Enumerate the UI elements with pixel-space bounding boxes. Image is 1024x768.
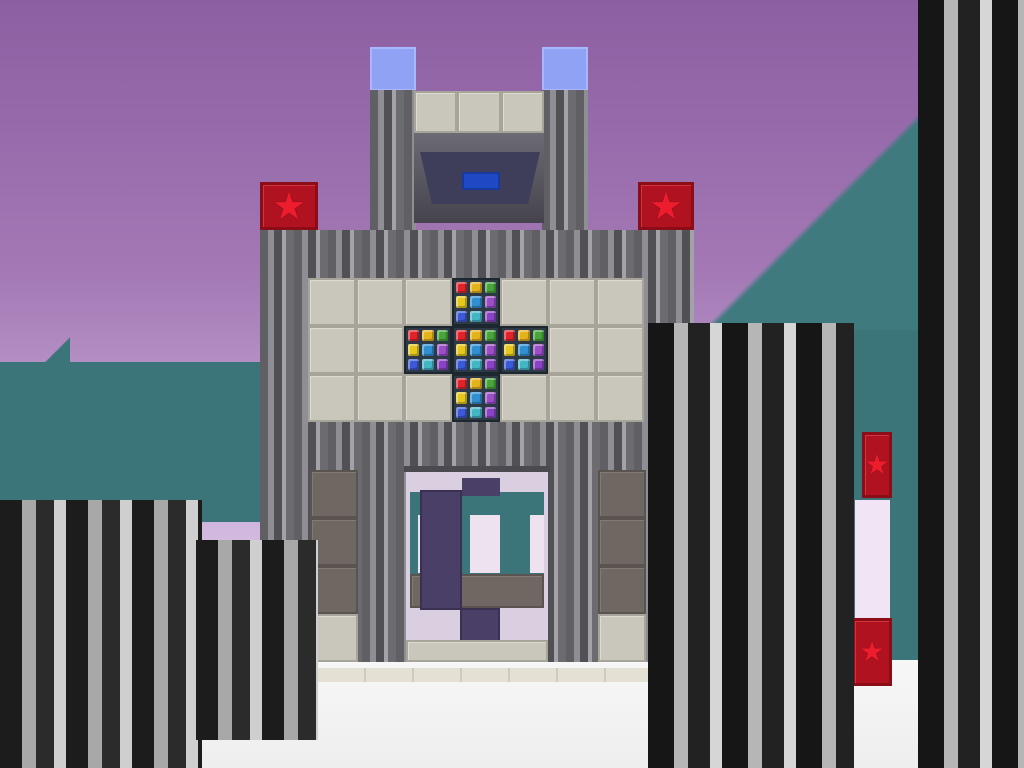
star-icon: ★ — [859, 635, 885, 668]
gem-square — [422, 344, 434, 356]
doorway-window-far — [530, 515, 544, 573]
gem-block-left — [404, 326, 452, 374]
beacon-block-left — [370, 47, 416, 91]
obsidian-top — [462, 478, 500, 496]
gem-square — [456, 310, 468, 322]
gem-square — [504, 344, 516, 356]
foreground-pillar-far-right — [918, 0, 1024, 768]
gem-square — [518, 344, 530, 356]
gem-block-bottom — [452, 374, 500, 422]
gem-square — [484, 310, 496, 322]
doorway-frame-top — [404, 466, 550, 472]
obsidian-pillar — [420, 490, 462, 610]
gem-square — [484, 406, 496, 418]
gem-square — [408, 330, 420, 342]
gem-square — [456, 358, 468, 370]
gem-square — [470, 378, 482, 390]
game-viewport[interactable]: ★ ★ ★ ★ — [0, 0, 1024, 768]
gem-square — [470, 330, 482, 342]
gem-block-right — [500, 326, 548, 374]
gem-square — [408, 344, 420, 356]
gem-square — [456, 282, 468, 294]
gem-square — [532, 344, 544, 356]
gem-square — [456, 378, 468, 390]
star-block-top-right: ★ — [638, 182, 694, 230]
gem-square — [484, 358, 496, 370]
gem-square — [532, 330, 544, 342]
star-icon: ★ — [271, 184, 307, 228]
doorway-floor — [406, 640, 548, 662]
gem-square — [504, 358, 516, 370]
gem-square — [436, 330, 448, 342]
gem-square — [470, 344, 482, 356]
gem-square — [484, 392, 496, 404]
gem-square — [518, 358, 530, 370]
gem-square — [470, 282, 482, 294]
gem-square — [408, 358, 420, 370]
gem-square — [422, 330, 434, 342]
beacon-block-right — [542, 47, 588, 91]
foreground-block-left-inner — [196, 540, 318, 740]
path-strip — [318, 668, 658, 682]
gem-square — [504, 330, 516, 342]
gem-square — [484, 296, 496, 308]
gem-block-top — [452, 278, 500, 326]
gem-square — [456, 344, 468, 356]
gem-square — [484, 344, 496, 356]
star-icon: ★ — [864, 448, 890, 481]
doorway-window-left — [470, 515, 500, 573]
gem-square — [484, 330, 496, 342]
foreground-block-left — [0, 500, 202, 768]
stone-base-right — [598, 614, 646, 662]
gem-square — [518, 330, 530, 342]
gem-square — [422, 358, 434, 370]
teal-terrain-left-steps — [0, 330, 70, 430]
sky-gap-right — [855, 500, 890, 620]
gem-square — [456, 296, 468, 308]
top-stone-row — [414, 91, 544, 133]
star-icon: ★ — [648, 184, 684, 228]
upper-pillar-left — [370, 90, 416, 232]
gem-square — [532, 358, 544, 370]
gem-square — [470, 406, 482, 418]
gem-square — [484, 282, 496, 294]
gem-square — [436, 358, 448, 370]
gem-square — [456, 392, 468, 404]
gem-square — [436, 344, 448, 356]
gem-square — [470, 358, 482, 370]
upper-pillar-right — [542, 90, 588, 232]
star-block-right-upper: ★ — [862, 432, 892, 498]
brown-column-right — [598, 470, 646, 614]
foreground-block-right — [648, 323, 854, 768]
star-block-right-lower: ★ — [852, 618, 892, 686]
gem-square — [470, 310, 482, 322]
gem-square — [470, 296, 482, 308]
gem-square — [456, 406, 468, 418]
gem-square — [484, 378, 496, 390]
star-block-top-left: ★ — [260, 182, 318, 230]
blue-eye — [462, 172, 500, 190]
gem-block-center — [452, 326, 500, 374]
gem-square — [470, 392, 482, 404]
gem-square — [456, 330, 468, 342]
